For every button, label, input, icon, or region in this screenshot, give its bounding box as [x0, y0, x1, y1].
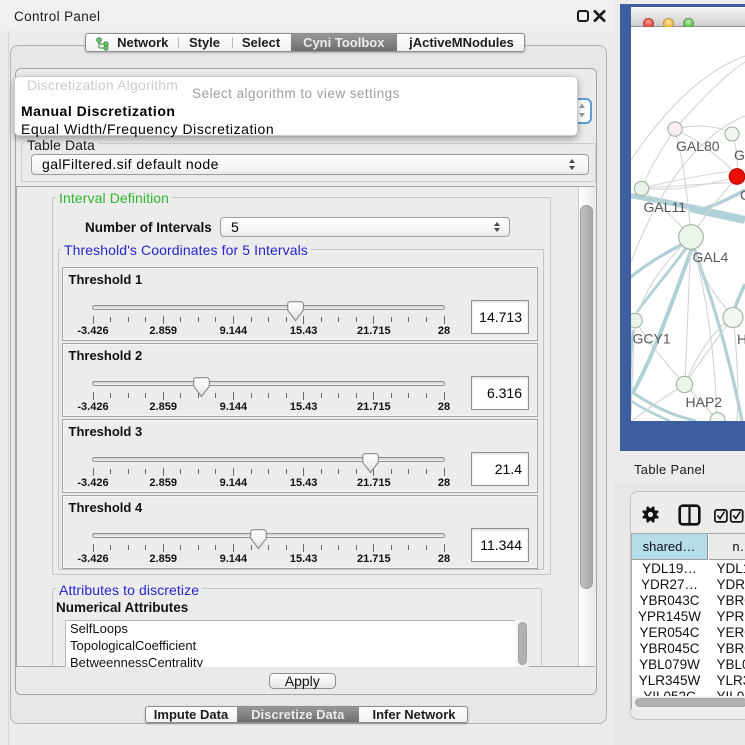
svg-text:GA: GA: [734, 147, 745, 163]
svg-text:GCY1: GCY1: [633, 331, 671, 347]
svg-text:H: H: [737, 331, 745, 347]
svg-text:HAP2: HAP2: [686, 394, 723, 410]
svg-text:GAL4: GAL4: [693, 249, 729, 265]
svg-text:GAL11: GAL11: [644, 199, 687, 215]
svg-text:C: C: [740, 187, 745, 203]
svg-text:GAL80: GAL80: [676, 138, 720, 154]
